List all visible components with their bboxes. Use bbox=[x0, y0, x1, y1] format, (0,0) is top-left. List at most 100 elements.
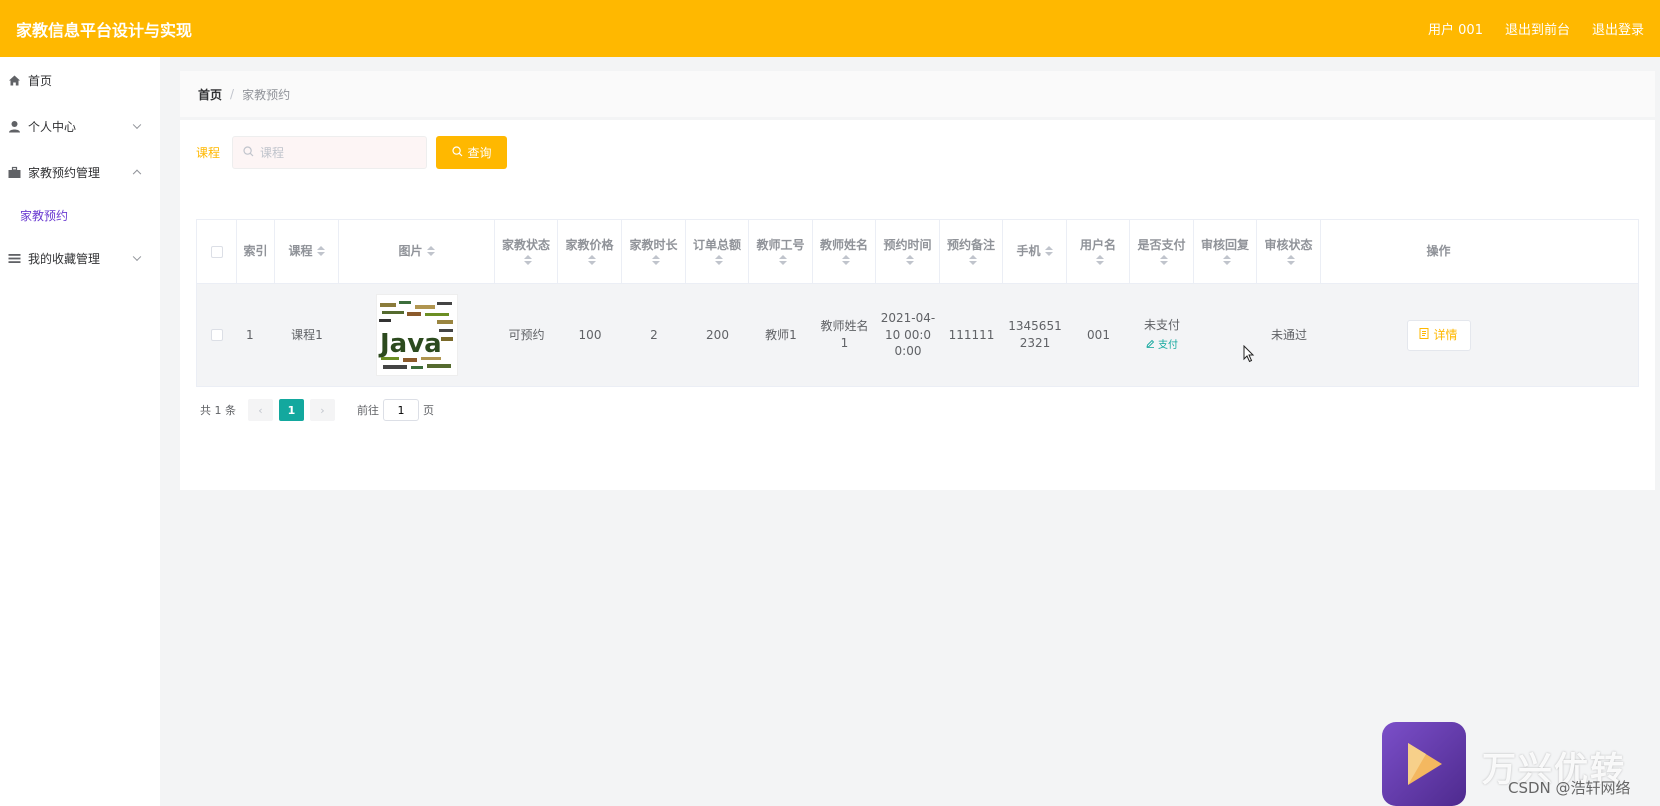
sidebar-subitem-tutor-booking[interactable]: 家教预约 bbox=[0, 195, 160, 235]
header-phone[interactable]: 手机 bbox=[1003, 220, 1067, 283]
header-time[interactable]: 预约时间 bbox=[876, 220, 940, 283]
header-course-label: 课程 bbox=[288, 244, 313, 259]
sort-icon[interactable] bbox=[1159, 254, 1168, 266]
sort-icon[interactable] bbox=[842, 254, 850, 266]
breadcrumb-home[interactable]: 首页 bbox=[198, 86, 222, 103]
detail-button-label: 详情 bbox=[1433, 327, 1458, 342]
sort-icon[interactable] bbox=[715, 254, 723, 266]
app-title: 家教信息平台设计与实现 bbox=[16, 20, 193, 40]
cell-teacher-name: 教师姓名1 bbox=[820, 319, 869, 350]
sort-icon[interactable] bbox=[778, 254, 787, 266]
pay-button[interactable]: 支付 bbox=[1146, 339, 1178, 353]
pagination: 共 1 条 ‹ 1 › 前往 页 bbox=[200, 399, 434, 421]
header-index: 索引 bbox=[237, 220, 275, 283]
edit-icon bbox=[1146, 339, 1155, 353]
top-navbar: 家教信息平台设计与实现 用户 001 退出到前台 退出登录 bbox=[0, 0, 1660, 57]
sidebar: 首页 个人中心 家教预约管理 家教预约 我的收藏管理 bbox=[0, 57, 160, 806]
table-row: 1 课程1 Java 可预约 100 2 200 教师1 教师姓名1 2021-… bbox=[197, 284, 1638, 387]
java-text: Java bbox=[378, 329, 442, 359]
select-all-checkbox[interactable] bbox=[210, 245, 223, 258]
course-search-input[interactable] bbox=[260, 145, 421, 160]
breadcrumb-separator: / bbox=[230, 87, 235, 101]
user-label[interactable]: 用户 001 bbox=[1428, 19, 1483, 38]
page-number-active[interactable]: 1 bbox=[279, 399, 304, 421]
cell-action: 详情 bbox=[1321, 284, 1556, 386]
cell-teacher-id: 教师1 bbox=[765, 327, 797, 342]
header-image[interactable]: 图片 bbox=[339, 220, 495, 283]
sort-icon[interactable] bbox=[587, 254, 596, 266]
breadcrumb-current: 家教预约 bbox=[242, 87, 291, 102]
goto-page: 前往 页 bbox=[357, 399, 434, 421]
cell-username: 001 bbox=[1087, 327, 1110, 342]
header-status[interactable]: 家教状态 bbox=[495, 220, 558, 283]
row-checkbox[interactable] bbox=[211, 329, 223, 341]
sort-icon[interactable] bbox=[524, 254, 532, 266]
pagination-total: 共 1 条 bbox=[200, 404, 236, 417]
query-button[interactable]: 查询 bbox=[436, 136, 508, 169]
content-panel: 课程 查询 索引 课程 bbox=[180, 120, 1655, 490]
sort-icon[interactable] bbox=[905, 254, 914, 266]
document-icon bbox=[1419, 327, 1429, 344]
sort-icon[interactable] bbox=[651, 254, 660, 266]
header-remark-label: 预约备注 bbox=[946, 238, 995, 253]
detail-button[interactable]: 详情 bbox=[1406, 319, 1471, 351]
header-total[interactable]: 订单总额 bbox=[686, 220, 749, 283]
header-audit[interactable]: 审核状态 bbox=[1257, 220, 1321, 283]
goto-suffix: 页 bbox=[423, 404, 434, 417]
header-teacher-name-label: 教师姓名 bbox=[819, 238, 868, 253]
sort-icon[interactable] bbox=[1096, 254, 1104, 266]
sort-icon[interactable] bbox=[969, 254, 977, 266]
header-teacher-id-label: 教师工号 bbox=[756, 238, 805, 253]
header-index-label: 索引 bbox=[243, 244, 268, 259]
sort-icon[interactable] bbox=[1286, 254, 1295, 266]
header-action-label: 操作 bbox=[1426, 244, 1451, 259]
header-price[interactable]: 家教价格 bbox=[558, 220, 622, 283]
sidebar-item-home[interactable]: 首页 bbox=[0, 57, 160, 103]
chevron-down-icon bbox=[132, 252, 142, 262]
course-image[interactable]: Java bbox=[376, 294, 458, 376]
home-icon bbox=[8, 74, 21, 87]
list-icon bbox=[8, 252, 21, 265]
prev-page-button[interactable]: ‹ bbox=[248, 399, 273, 421]
header-audit-label: 审核状态 bbox=[1264, 238, 1313, 253]
next-page-button[interactable]: › bbox=[310, 399, 335, 421]
header-action: 操作 bbox=[1321, 220, 1556, 283]
search-bar: 课程 查询 bbox=[196, 136, 508, 169]
header-total-label: 订单总额 bbox=[692, 238, 741, 253]
header-remark[interactable]: 预约备注 bbox=[940, 220, 1003, 283]
logout-link[interactable]: 退出登录 bbox=[1592, 19, 1644, 38]
watermark-credit: CSDN @浩轩网络 bbox=[1508, 779, 1631, 797]
pay-button-label: 支付 bbox=[1158, 340, 1178, 352]
cell-duration: 2 bbox=[650, 327, 658, 342]
sidebar-item-label: 我的收藏管理 bbox=[28, 251, 101, 266]
cell-total: 200 bbox=[706, 327, 729, 342]
header-reply[interactable]: 审核回复 bbox=[1194, 220, 1257, 283]
watermark-logo bbox=[1382, 722, 1466, 806]
briefcase-icon bbox=[8, 166, 21, 179]
goto-page-input[interactable] bbox=[383, 399, 419, 421]
table-header: 索引 课程 图片 家教状态 家教价格 家教时长 订单总额 教师工号 教师姓名 预… bbox=[197, 220, 1638, 284]
cell-phone: 13456512321 bbox=[1008, 319, 1062, 350]
sidebar-item-favorites-manage[interactable]: 我的收藏管理 bbox=[0, 235, 160, 281]
java-wordcloud-image: Java bbox=[377, 295, 457, 375]
chevron-down-icon bbox=[132, 120, 142, 130]
header-course[interactable]: 课程 bbox=[275, 220, 339, 283]
sort-icon[interactable] bbox=[426, 245, 435, 257]
breadcrumb: 首页 / 家教预约 bbox=[180, 71, 1655, 117]
search-icon bbox=[243, 145, 254, 160]
sidebar-item-tutor-booking-manage[interactable]: 家教预约管理 bbox=[0, 149, 160, 195]
sidebar-item-personal-center[interactable]: 个人中心 bbox=[0, 103, 160, 149]
header-teacher-name[interactable]: 教师姓名 bbox=[813, 220, 876, 283]
cell-index: 1 bbox=[246, 327, 254, 342]
sort-icon[interactable] bbox=[1044, 245, 1053, 257]
header-username[interactable]: 用户名 bbox=[1067, 220, 1130, 283]
sort-icon[interactable] bbox=[1223, 254, 1231, 266]
header-paid[interactable]: 是否支付 bbox=[1130, 220, 1194, 283]
booking-table: 索引 课程 图片 家教状态 家教价格 家教时长 订单总额 教师工号 教师姓名 预… bbox=[196, 219, 1639, 387]
header-duration[interactable]: 家教时长 bbox=[622, 220, 686, 283]
back-to-front-link[interactable]: 退出到前台 bbox=[1505, 19, 1570, 38]
sort-icon[interactable] bbox=[316, 245, 325, 257]
cell-price: 100 bbox=[578, 327, 602, 342]
header-teacher-id[interactable]: 教师工号 bbox=[749, 220, 813, 283]
play-icon bbox=[1408, 743, 1442, 785]
